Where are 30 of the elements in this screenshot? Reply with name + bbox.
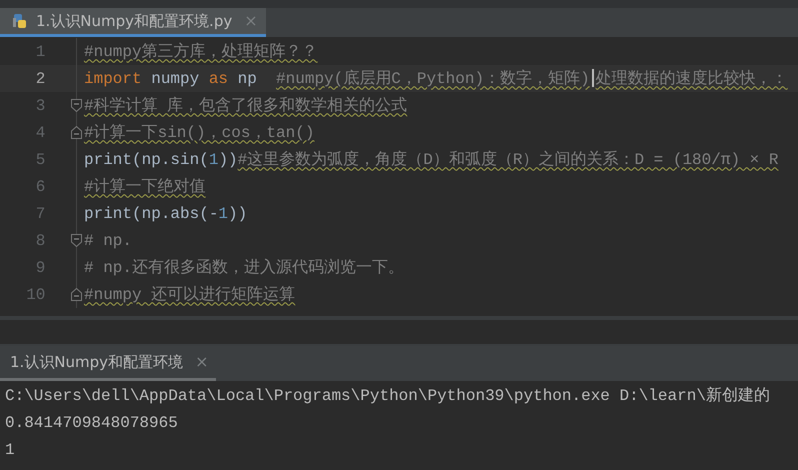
- line-number: 1: [34, 42, 46, 62]
- fold-icon[interactable]: [71, 234, 82, 247]
- line-number: 6: [34, 176, 46, 198]
- line-number: 2: [34, 68, 46, 90]
- line-number: 8: [34, 230, 46, 252]
- code-line: print(np.abs(-1)): [83, 204, 248, 224]
- code-line: # np.: [83, 230, 132, 252]
- line-number: 5: [34, 150, 46, 170]
- fold-icon[interactable]: [71, 288, 82, 301]
- fold-icon[interactable]: [71, 126, 82, 139]
- console-line: 1: [5, 440, 16, 461]
- file-type-icon: [12, 13, 28, 29]
- code-line: #numpy第三方库，处理矩阵？？: [83, 42, 318, 62]
- editor-tab[interactable]: 1.认识Numpy和配置环境.py ×: [0, 8, 266, 37]
- close-icon[interactable]: ×: [195, 350, 208, 374]
- code-line: # np.还有很多函数，进入源代码浏览一下。: [83, 258, 404, 278]
- line-number: 10: [25, 284, 46, 306]
- console-line: 0.8414709848078965: [5, 413, 179, 434]
- code-line: print(np.sin(1))#这里参数为弧度，角度（D）和弧度（R）之间的关系：D = (180/π) × R: [83, 150, 778, 170]
- line-number: 9: [34, 258, 46, 278]
- code-line: import numpy as np #numpy(底层用C，Python)：数字，矩阵) 处理数据的速度比较快，：: [83, 68, 788, 90]
- code-line: #科学计算 库，包含了很多和数学相关的公式: [83, 96, 408, 116]
- code-line: #计算一下绝对值: [83, 176, 206, 198]
- line-number: 4: [34, 122, 46, 144]
- code-line: #numpy 还可以进行矩阵运算: [83, 284, 296, 306]
- line-number: 7: [34, 204, 46, 224]
- fold-icon[interactable]: [71, 99, 82, 112]
- line-number: 3: [34, 96, 46, 116]
- console-line: C:\Users\dell\AppData\Local\Programs\Python\Python39\python.exe D:\learn\新创建的: [5, 386, 771, 407]
- code-line: #计算一下sin()，cos，tan(): [83, 122, 314, 144]
